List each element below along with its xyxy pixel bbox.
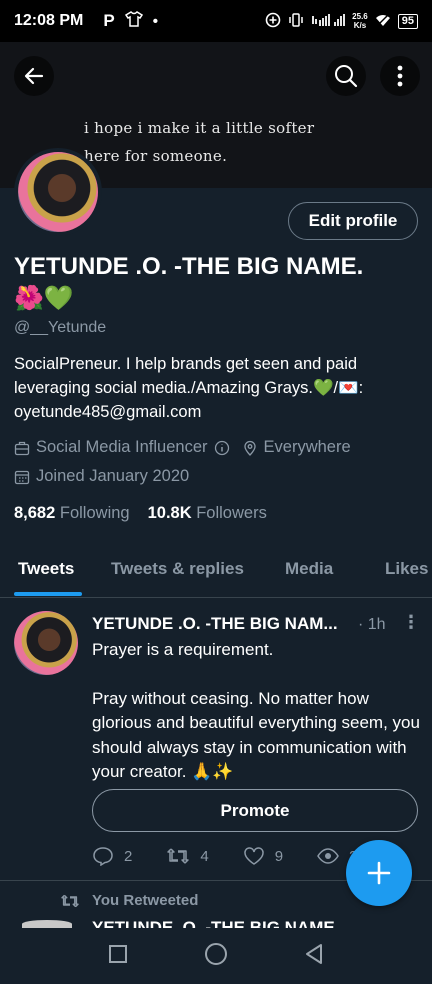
tweet-author-name[interactable]: YETUNDE .O. -THE BIG NAM... [92, 614, 338, 634]
status-bar: 12:08 PM P • 25.6 K/s 95 [0, 0, 432, 42]
followers-link[interactable]: 10.8K Followers [148, 504, 267, 523]
status-time: 12:08 PM [14, 12, 84, 29]
network-speed: 25.6 K/s [352, 12, 368, 30]
data-saver-icon [265, 12, 281, 31]
circle-icon [205, 942, 227, 965]
reply-icon [93, 847, 113, 866]
profile-bio: SocialPreneur. I help brands get seen an… [14, 355, 364, 421]
dot-icon: • [152, 12, 158, 30]
eye-icon [317, 848, 339, 864]
system-nav-bar [0, 928, 432, 984]
arrow-left-icon [24, 67, 44, 85]
tab-tweets[interactable]: Tweets [18, 559, 74, 579]
profile-category: Social Media Influencer [36, 438, 208, 456]
tweet-time: · 1h [358, 616, 386, 633]
edit-profile-button[interactable]: Edit profile [288, 202, 418, 240]
signal-icon [311, 12, 346, 31]
calendar-icon [14, 469, 30, 485]
following-link[interactable]: 8,682 Following [14, 504, 130, 523]
retweet-icon [167, 848, 190, 864]
briefcase-icon [14, 440, 30, 456]
tweet-text[interactable]: Prayer is a requirement. Pray without ce… [92, 638, 422, 785]
wifi-off-icon [375, 12, 391, 30]
home-button[interactable] [204, 942, 228, 971]
more-vertical-icon [397, 65, 403, 87]
profile-meta-row: Social Media Influencer Everywhere [14, 438, 351, 457]
plus-icon [367, 861, 391, 885]
profile-joined-row: Joined January 2020 [14, 467, 189, 486]
profile-name-emojis: 🌺💚 [14, 285, 74, 312]
heart-icon [243, 847, 264, 865]
like-button[interactable]: 9 [243, 846, 283, 866]
compose-tweet-button[interactable] [346, 840, 412, 906]
back-button[interactable] [14, 56, 54, 96]
battery-indicator: 95 [397, 13, 418, 29]
carrier-icon: P [103, 11, 115, 30]
profile-location: Everywhere [263, 438, 351, 456]
recents-button[interactable] [108, 944, 128, 969]
retweet-banner: You Retweeted [60, 892, 198, 909]
promote-button[interactable]: Promote [92, 789, 418, 832]
shirt-icon [124, 11, 143, 31]
profile-handle: @__Yetunde [14, 319, 107, 336]
profile-stats: 8,682 Following 10.8K Followers [14, 504, 267, 523]
next-tweet-avatar[interactable] [22, 920, 72, 928]
system-back-button[interactable] [304, 943, 324, 970]
retweet-button[interactable]: 4 [166, 846, 209, 866]
tab-likes[interactable]: Likes [385, 559, 428, 579]
tab-media[interactable]: Media [285, 559, 333, 579]
search-button[interactable] [326, 56, 366, 96]
banner-quote: i hope i make it a little softer here fo… [84, 119, 315, 165]
more-options-button[interactable] [380, 56, 420, 96]
vibrate-icon [288, 12, 304, 31]
profile-avatar[interactable] [14, 148, 102, 236]
tab-tweets-replies[interactable]: Tweets & replies [111, 559, 244, 579]
info-icon[interactable] [214, 440, 230, 456]
reply-button[interactable]: 2 [92, 846, 132, 866]
next-tweet-author-name[interactable]: YETUNDE .O. -THE BIG NAME. [92, 918, 339, 928]
search-icon [335, 65, 358, 88]
location-pin-icon [242, 440, 258, 456]
retweet-icon [61, 894, 79, 907]
active-tab-indicator [14, 592, 82, 596]
tweet-more-icon[interactable]: ⋮ [402, 612, 420, 633]
profile-tabs: Tweets Tweets & replies Media Likes [0, 548, 432, 598]
triangle-back-icon [306, 943, 322, 964]
square-icon [109, 944, 127, 963]
tweet-avatar[interactable] [14, 611, 78, 675]
profile-joined: Joined January 2020 [36, 467, 190, 485]
profile-name: YETUNDE .O. -THE BIG NAME. [14, 253, 364, 280]
